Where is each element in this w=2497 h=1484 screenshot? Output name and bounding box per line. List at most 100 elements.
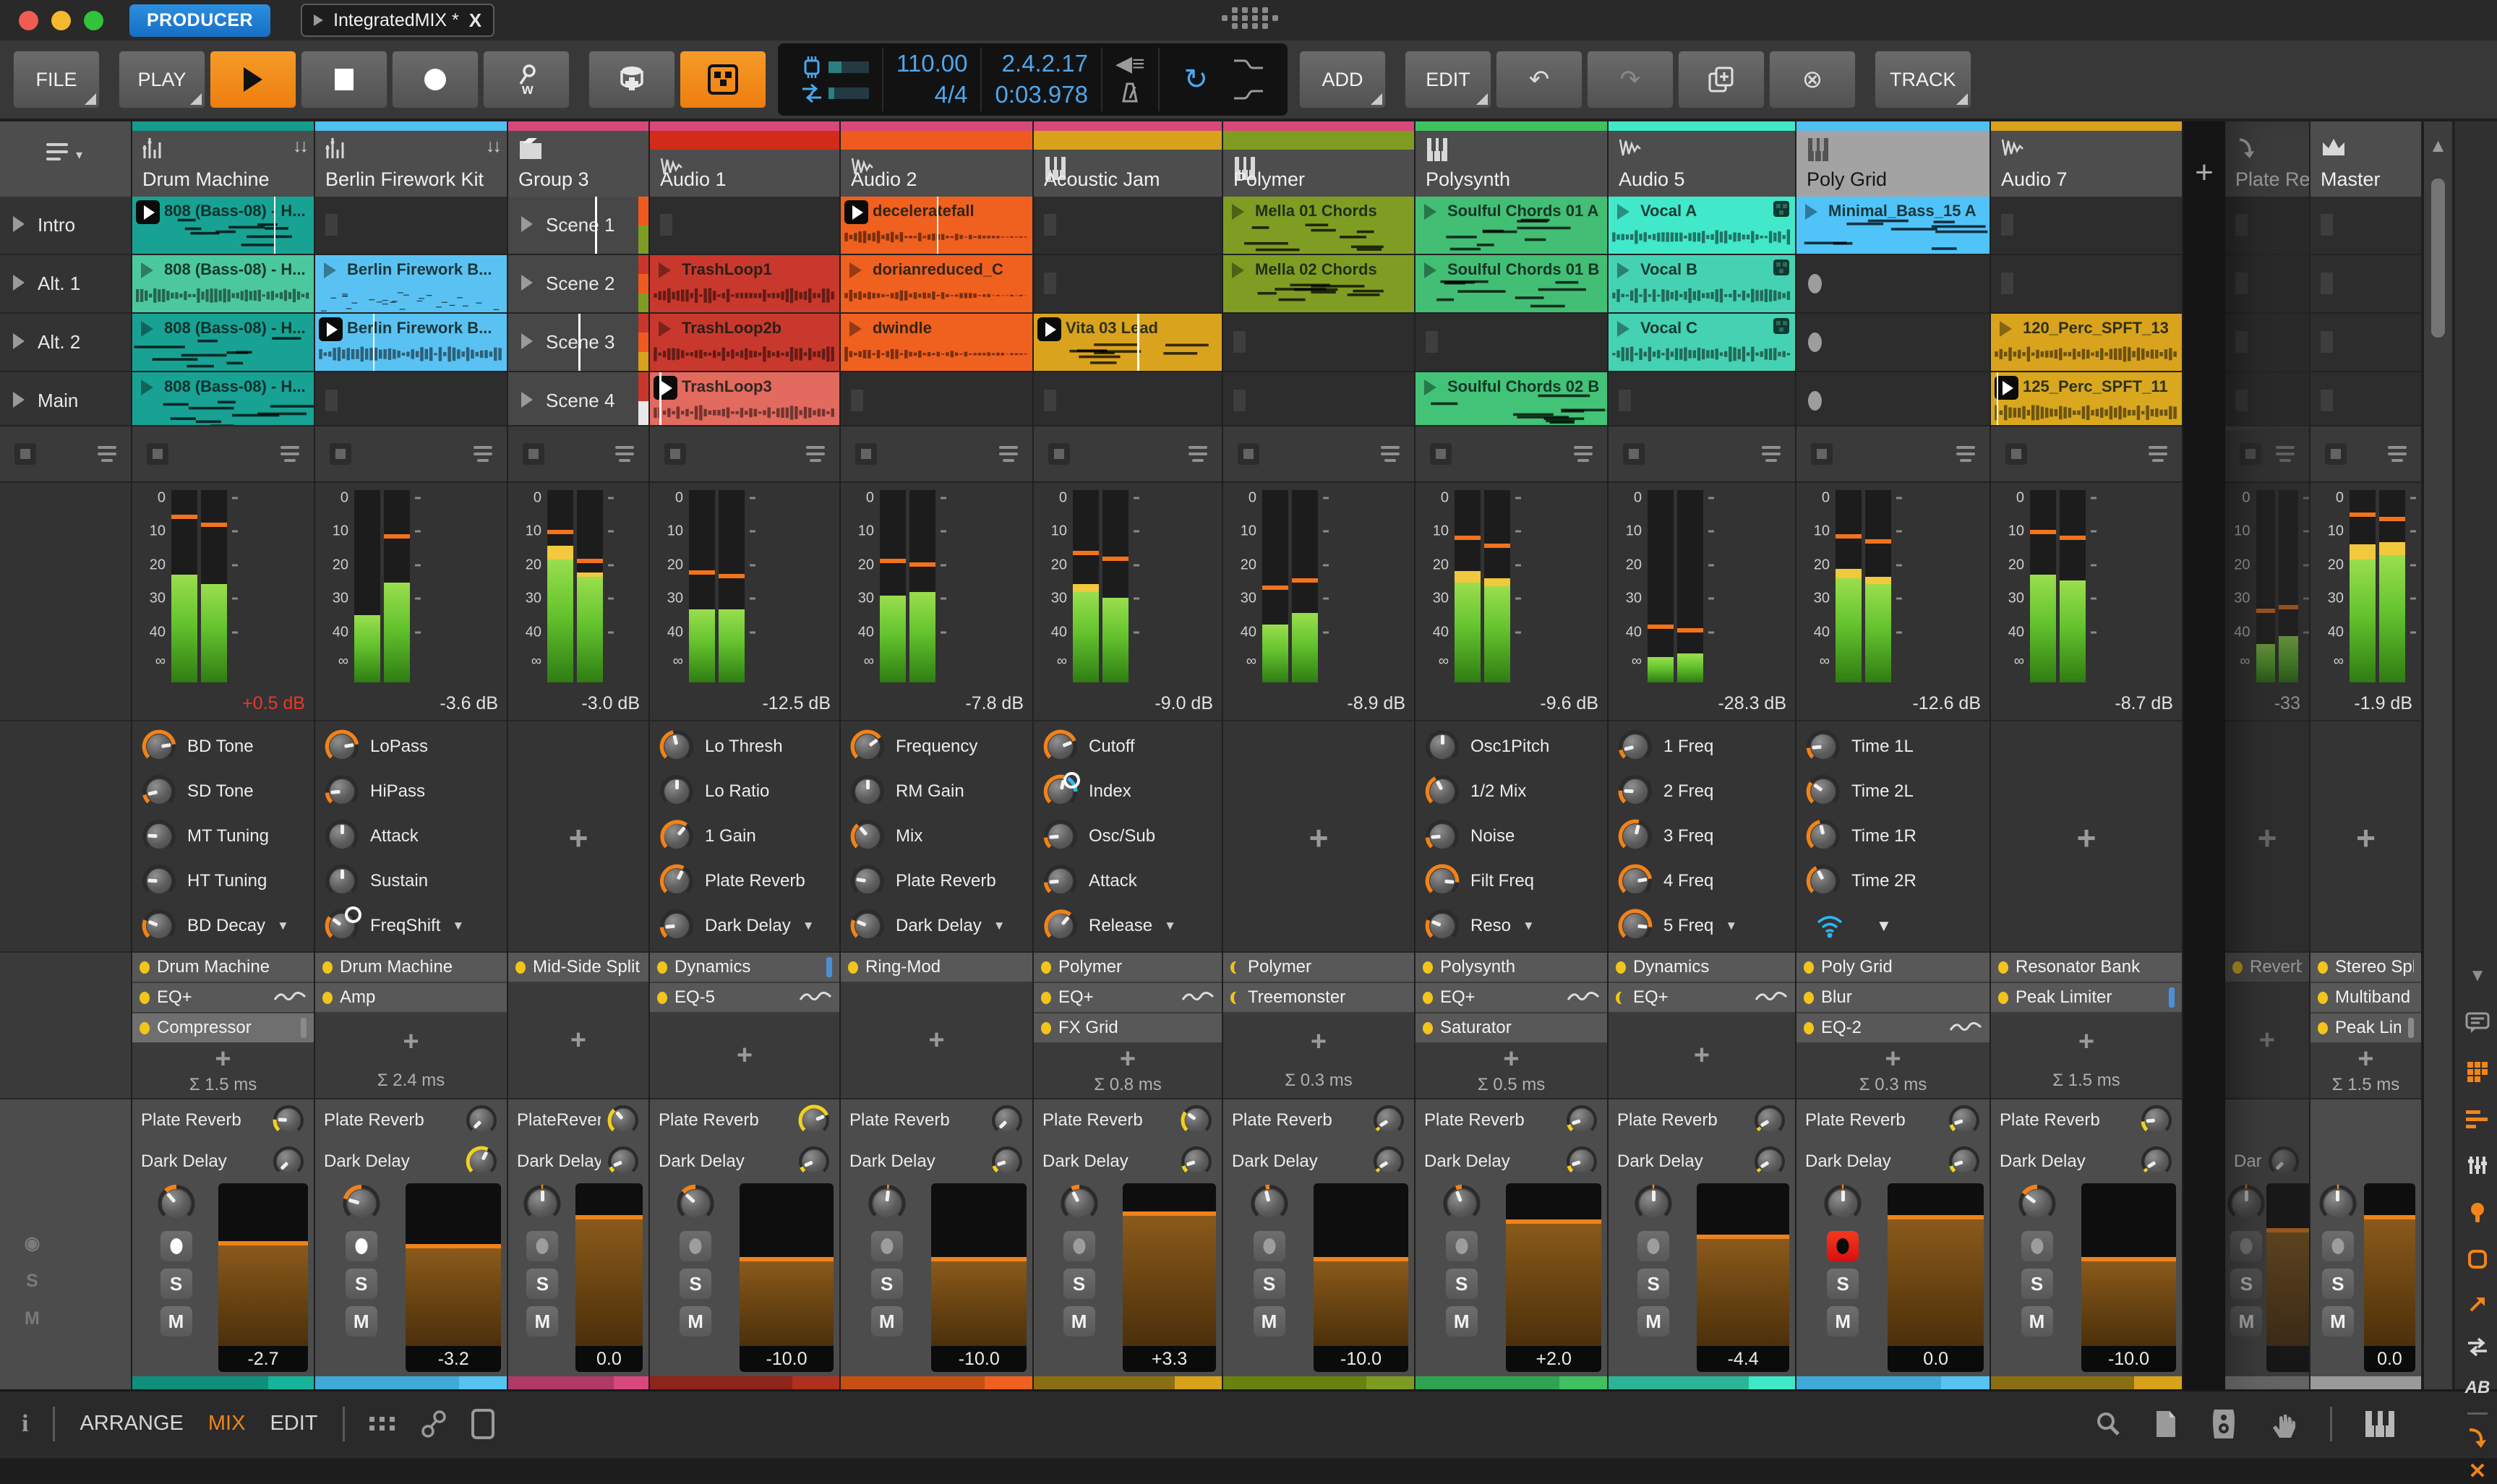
- device-panel-icon[interactable]: [2455, 1249, 2497, 1273]
- clip-slot[interactable]: [2225, 372, 2309, 431]
- clip-stop-button[interactable]: [1808, 333, 1822, 352]
- scroll-down-icon[interactable]: ▼: [2455, 966, 2497, 986]
- track-stop-alt-icon[interactable]: [615, 446, 634, 462]
- mixer-view-icon[interactable]: [2455, 1155, 2497, 1179]
- device-enabled-icon[interactable]: [1423, 961, 1433, 974]
- device-bypassed-icon[interactable]: [1616, 992, 1626, 1004]
- record-arm-button[interactable]: [1637, 1231, 1669, 1261]
- track-stop-button[interactable]: [2240, 443, 2261, 465]
- track-header-berlin-firework-kit[interactable]: ↓↓Berlin Firework Kit: [315, 121, 507, 197]
- knob-dropdown-icon[interactable]: ▼: [1164, 919, 1176, 933]
- volume-fader[interactable]: -10.0: [931, 1183, 1027, 1372]
- device-enabled-icon[interactable]: [1041, 961, 1051, 974]
- device-enabled-icon[interactable]: [1998, 992, 2008, 1004]
- knob-dropdown-icon[interactable]: ▼: [452, 919, 464, 933]
- track-header-drum-machine[interactable]: ↓↓Drum Machine: [132, 121, 314, 197]
- track-header-audio-2[interactable]: Audio 2: [841, 121, 1032, 197]
- clip-slot[interactable]: Mella 02 Chords: [1223, 255, 1414, 314]
- scene-stop-icon[interactable]: [98, 446, 116, 462]
- solo-button[interactable]: S: [346, 1269, 377, 1299]
- dual-panel-icon[interactable]: [369, 1417, 396, 1431]
- solo-button[interactable]: S: [1254, 1269, 1285, 1299]
- scene-play-icon[interactable]: [13, 275, 25, 291]
- zoom-window-button[interactable]: [84, 11, 103, 30]
- macro-knob-sustain[interactable]: [324, 863, 360, 899]
- track-stop-alt-icon[interactable]: [2388, 446, 2407, 462]
- duplicate-button[interactable]: [1678, 51, 1765, 108]
- add-remote-controls-button[interactable]: +: [2310, 724, 2421, 951]
- macro-knob-1-gain[interactable]: [659, 818, 695, 854]
- record-arm-button[interactable]: [1827, 1231, 1859, 1261]
- clip-slot[interactable]: [2310, 255, 2421, 314]
- undo-button[interactable]: ↶: [1496, 51, 1582, 108]
- play-menu-button[interactable]: PLAY: [119, 51, 205, 108]
- pan-knob[interactable]: [675, 1183, 716, 1224]
- send-knob-plate-reverb[interactable]: [1565, 1104, 1598, 1137]
- touch-hand-icon[interactable]: [2269, 1409, 2298, 1439]
- clip-slot[interactable]: Soulful Chords 02 B: [1415, 372, 1607, 431]
- device-enabled-icon[interactable]: [657, 992, 667, 1004]
- add-device-button[interactable]: +: [508, 983, 648, 1098]
- send-knob-dark-delay[interactable]: [1948, 1145, 1981, 1178]
- volume-fader[interactable]: +3.3: [1123, 1183, 1216, 1372]
- clip-slot[interactable]: [1991, 255, 2182, 314]
- add-device-button[interactable]: +: [1415, 1044, 1607, 1075]
- mute-button[interactable]: M: [160, 1306, 192, 1337]
- device-dynamics[interactable]: Dynamics: [650, 953, 839, 983]
- solo-button[interactable]: S: [2230, 1269, 2262, 1299]
- pan-knob[interactable]: [522, 1183, 562, 1224]
- device-stereo-split[interactable]: Stereo Split: [2310, 953, 2421, 983]
- info-icon[interactable]: i: [22, 1410, 28, 1438]
- macro-knob-time-2l[interactable]: [1805, 773, 1841, 810]
- knob-dropdown-icon[interactable]: ▼: [1725, 919, 1737, 933]
- track-stop-button[interactable]: [2005, 443, 2027, 465]
- device-enabled-icon[interactable]: [2318, 1022, 2328, 1034]
- device-polymer[interactable]: Polymer: [1223, 953, 1414, 983]
- device-amp[interactable]: Amp: [315, 983, 507, 1013]
- crossfade-icons[interactable]: [1233, 59, 1264, 100]
- pan-knob[interactable]: [2017, 1183, 2057, 1224]
- device-scrollbar[interactable]: [301, 1018, 307, 1038]
- pan-knob[interactable]: [867, 1183, 907, 1224]
- knob-dropdown-icon[interactable]: ▼: [993, 919, 1006, 933]
- clip-slot[interactable]: [2310, 372, 2421, 431]
- macro-knob-plate-reverb[interactable]: [659, 863, 695, 899]
- track-stop-button[interactable]: [1238, 443, 1259, 465]
- pan-knob[interactable]: [2226, 1183, 2266, 1224]
- device-enabled-icon[interactable]: [1041, 992, 1051, 1004]
- clip-slot[interactable]: [315, 197, 507, 255]
- close-window-button[interactable]: [19, 11, 38, 30]
- send-knob-dark-delay[interactable]: [1753, 1145, 1786, 1178]
- fader-track[interactable]: [1888, 1183, 1984, 1346]
- pan-knob[interactable]: [2318, 1183, 2358, 1224]
- send-knob-plate-reverb[interactable]: [797, 1104, 831, 1137]
- redo-button[interactable]: ↷: [1587, 51, 1674, 108]
- macro-knob-reso[interactable]: [1424, 908, 1460, 944]
- record-arm-button[interactable]: [2021, 1231, 2053, 1261]
- fader-track[interactable]: [2266, 1183, 2310, 1346]
- scene-slot[interactable]: Scene 2: [508, 255, 648, 314]
- solo-button[interactable]: S: [2021, 1269, 2053, 1299]
- song-position[interactable]: 2.4.2.17: [995, 51, 1087, 77]
- cancel-button[interactable]: ⊗: [1769, 51, 1856, 108]
- macro-knob-dark-delay[interactable]: [849, 908, 886, 944]
- track-stop-alt-icon[interactable]: [1188, 446, 1207, 462]
- clip-slot[interactable]: Mella 01 Chords: [1223, 197, 1414, 255]
- add-remote-controls-button[interactable]: +: [1991, 724, 2182, 951]
- track-header-polymer[interactable]: Polymer: [1223, 121, 1414, 197]
- track-header-acoustic-jam[interactable]: Acoustic Jam: [1034, 121, 1222, 197]
- clip-slot[interactable]: [2310, 314, 2421, 372]
- add-remote-controls-button[interactable]: +: [1223, 724, 1414, 951]
- punch-in-icon[interactable]: ◀≡: [1115, 51, 1145, 77]
- mute-button[interactable]: M: [1254, 1306, 1285, 1337]
- mute-button[interactable]: M: [2230, 1306, 2262, 1337]
- clip-slot[interactable]: deceleratefall: [841, 197, 1032, 255]
- add-device-button[interactable]: +: [2310, 1044, 2421, 1075]
- macro-knob-ht-tuning[interactable]: [141, 863, 177, 899]
- track-header-poly-grid[interactable]: Poly Grid: [1796, 121, 1990, 197]
- device-enabled-icon[interactable]: [515, 961, 526, 974]
- solo-button[interactable]: S: [2322, 1269, 2354, 1299]
- send-knob-plate-reverb[interactable]: [1948, 1104, 1981, 1137]
- solo-button[interactable]: S: [1446, 1269, 1478, 1299]
- send-knob-platereverb[interactable]: [607, 1104, 640, 1137]
